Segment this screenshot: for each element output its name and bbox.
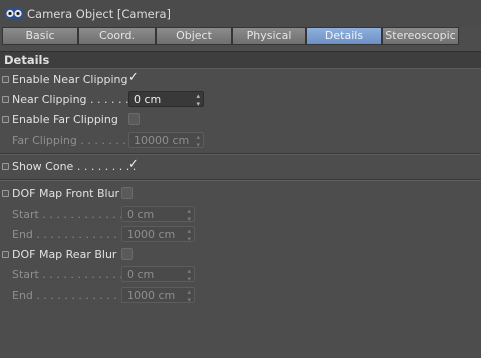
tab-physical[interactable]: Physical bbox=[232, 27, 306, 45]
enable-near-clipping-checkbox[interactable]: ✓ bbox=[128, 71, 139, 85]
near-clipping-row: Near Clipping . . . . . . 0 cm ▴ ▾ bbox=[0, 90, 481, 108]
near-clipping-label: Near Clipping . . . . . . bbox=[12, 93, 129, 106]
divider bbox=[0, 153, 481, 155]
far-clipping-field[interactable]: 10000 cm ▴ ▾ bbox=[128, 132, 204, 149]
dof-front-blur-checkbox[interactable] bbox=[121, 187, 133, 199]
section-title: Details bbox=[4, 53, 50, 67]
show-cone-label: Show Cone . . . . . . . . . bbox=[12, 160, 137, 173]
stepper-arrows-icon[interactable]: ▴ ▾ bbox=[187, 288, 191, 304]
dof-front-start-field[interactable]: 0 cm ▴ ▾ bbox=[121, 206, 195, 223]
animation-keyframe-icon[interactable] bbox=[2, 96, 9, 103]
tab-basic[interactable]: Basic bbox=[2, 27, 78, 45]
stepper-arrows-icon[interactable]: ▴ ▾ bbox=[187, 227, 191, 243]
animation-keyframe-icon[interactable] bbox=[2, 251, 9, 258]
dof-front-blur-row: DOF Map Front Blur bbox=[0, 184, 481, 202]
show-cone-checkbox[interactable]: ✓ bbox=[128, 158, 139, 172]
dof-front-blur-label: DOF Map Front Blur bbox=[12, 187, 120, 200]
stepper-arrows-icon[interactable]: ▴ ▾ bbox=[187, 267, 191, 283]
near-clipping-field[interactable]: 0 cm ▴ ▾ bbox=[128, 91, 204, 108]
animation-keyframe-icon[interactable] bbox=[2, 116, 9, 123]
tab-details[interactable]: Details bbox=[306, 27, 382, 45]
animation-keyframe-icon[interactable] bbox=[2, 190, 9, 197]
stepper-arrows-icon[interactable]: ▴ ▾ bbox=[196, 92, 200, 108]
far-clipping-row: Far Clipping . . . . . . . . 10000 cm ▴ ▾ bbox=[0, 131, 481, 149]
stepper-arrows-icon[interactable]: ▴ ▾ bbox=[187, 207, 191, 223]
near-clipping-value: 0 cm bbox=[134, 93, 162, 106]
dof-front-end-value: 1000 cm bbox=[127, 228, 176, 241]
far-clipping-value: 10000 cm bbox=[134, 134, 190, 147]
dof-front-start-row: Start . . . . . . . . . . . . . 0 cm ▴ ▾ bbox=[0, 205, 481, 223]
dof-rear-start-field[interactable]: 0 cm ▴ ▾ bbox=[121, 266, 195, 283]
show-cone-row: Show Cone . . . . . . . . . ✓ bbox=[0, 157, 481, 175]
tab-stereoscopic[interactable]: Stereoscopic bbox=[382, 27, 459, 45]
enable-far-clipping-checkbox[interactable] bbox=[128, 113, 140, 125]
animation-keyframe-icon[interactable] bbox=[2, 163, 9, 170]
title-bar: Camera Object [Camera] bbox=[0, 0, 481, 27]
dof-front-end-field[interactable]: 1000 cm ▴ ▾ bbox=[121, 226, 195, 243]
tab-object[interactable]: Object bbox=[156, 27, 232, 45]
tab-bar: Basic Coord. Object Physical Details Ste… bbox=[2, 27, 479, 45]
dof-rear-start-label: Start . . . . . . . . . . . . . bbox=[12, 268, 130, 281]
dof-front-end-label: End . . . . . . . . . . . . . . bbox=[12, 228, 131, 241]
dof-rear-end-value: 1000 cm bbox=[127, 289, 176, 302]
dof-front-start-label: Start . . . . . . . . . . . . . bbox=[12, 208, 130, 221]
dof-rear-end-row: End . . . . . . . . . . . . . . 1000 cm … bbox=[0, 286, 481, 304]
dof-rear-blur-row: DOF Map Rear Blur bbox=[0, 245, 481, 263]
tab-coord[interactable]: Coord. bbox=[78, 27, 156, 45]
divider bbox=[0, 179, 481, 181]
dof-rear-end-field[interactable]: 1000 cm ▴ ▾ bbox=[121, 287, 195, 304]
animation-keyframe-icon[interactable] bbox=[2, 76, 9, 83]
enable-near-clipping-label: Enable Near Clipping bbox=[12, 73, 128, 86]
stepper-arrows-icon[interactable]: ▴ ▾ bbox=[196, 133, 200, 149]
section-header: Details bbox=[0, 51, 481, 69]
far-clipping-label: Far Clipping . . . . . . . . bbox=[12, 134, 133, 147]
dof-rear-blur-checkbox[interactable] bbox=[121, 248, 133, 260]
dof-rear-blur-label: DOF Map Rear Blur bbox=[12, 248, 117, 261]
enable-far-clipping-label: Enable Far Clipping bbox=[12, 113, 118, 126]
dof-front-end-row: End . . . . . . . . . . . . . . 1000 cm … bbox=[0, 225, 481, 243]
dof-rear-start-value: 0 cm bbox=[127, 268, 155, 281]
camera-object-icon bbox=[5, 8, 23, 19]
window-title: Camera Object [Camera] bbox=[27, 7, 171, 21]
dof-rear-start-row: Start . . . . . . . . . . . . . 0 cm ▴ ▾ bbox=[0, 265, 481, 283]
dof-rear-end-label: End . . . . . . . . . . . . . . bbox=[12, 289, 131, 302]
enable-near-clipping-row: Enable Near Clipping ✓ bbox=[0, 70, 481, 88]
dof-front-start-value: 0 cm bbox=[127, 208, 155, 221]
enable-far-clipping-row: Enable Far Clipping bbox=[0, 110, 481, 128]
